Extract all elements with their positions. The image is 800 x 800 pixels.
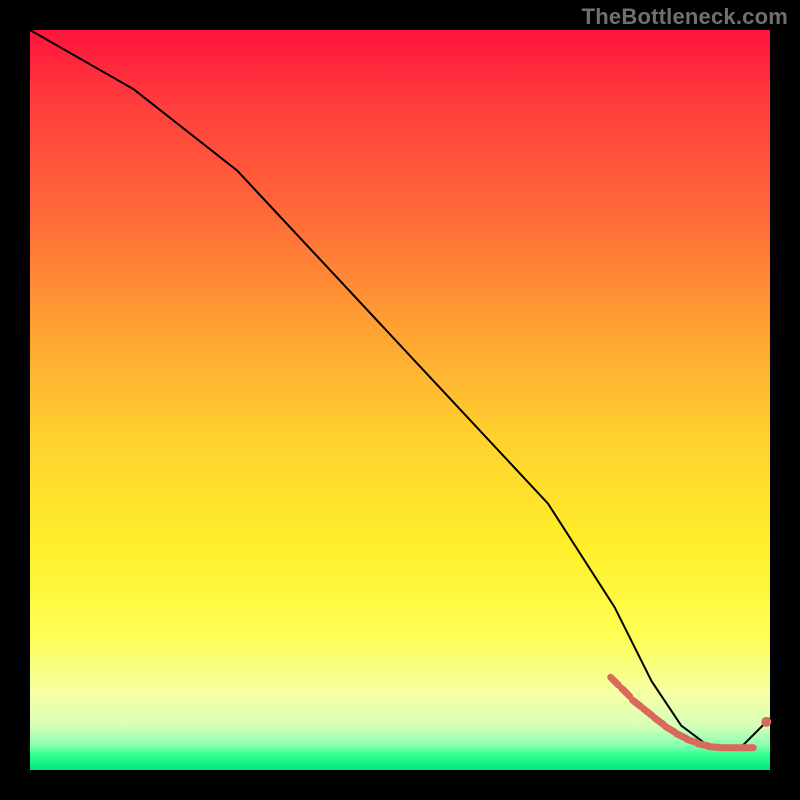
black-curve [30, 30, 770, 748]
markers-dashed [611, 677, 754, 748]
dash-marker [622, 688, 630, 696]
dash-marker [665, 727, 674, 733]
dash-marker [644, 709, 653, 716]
plot-area [30, 30, 770, 770]
dash-marker [611, 677, 619, 685]
end-dot [761, 717, 771, 727]
chart-svg [30, 30, 770, 770]
chart-frame: TheBottleneck.com [0, 0, 800, 800]
dash-marker [633, 700, 642, 707]
dash-marker [655, 718, 664, 725]
watermark-text: TheBottleneck.com [582, 4, 788, 30]
